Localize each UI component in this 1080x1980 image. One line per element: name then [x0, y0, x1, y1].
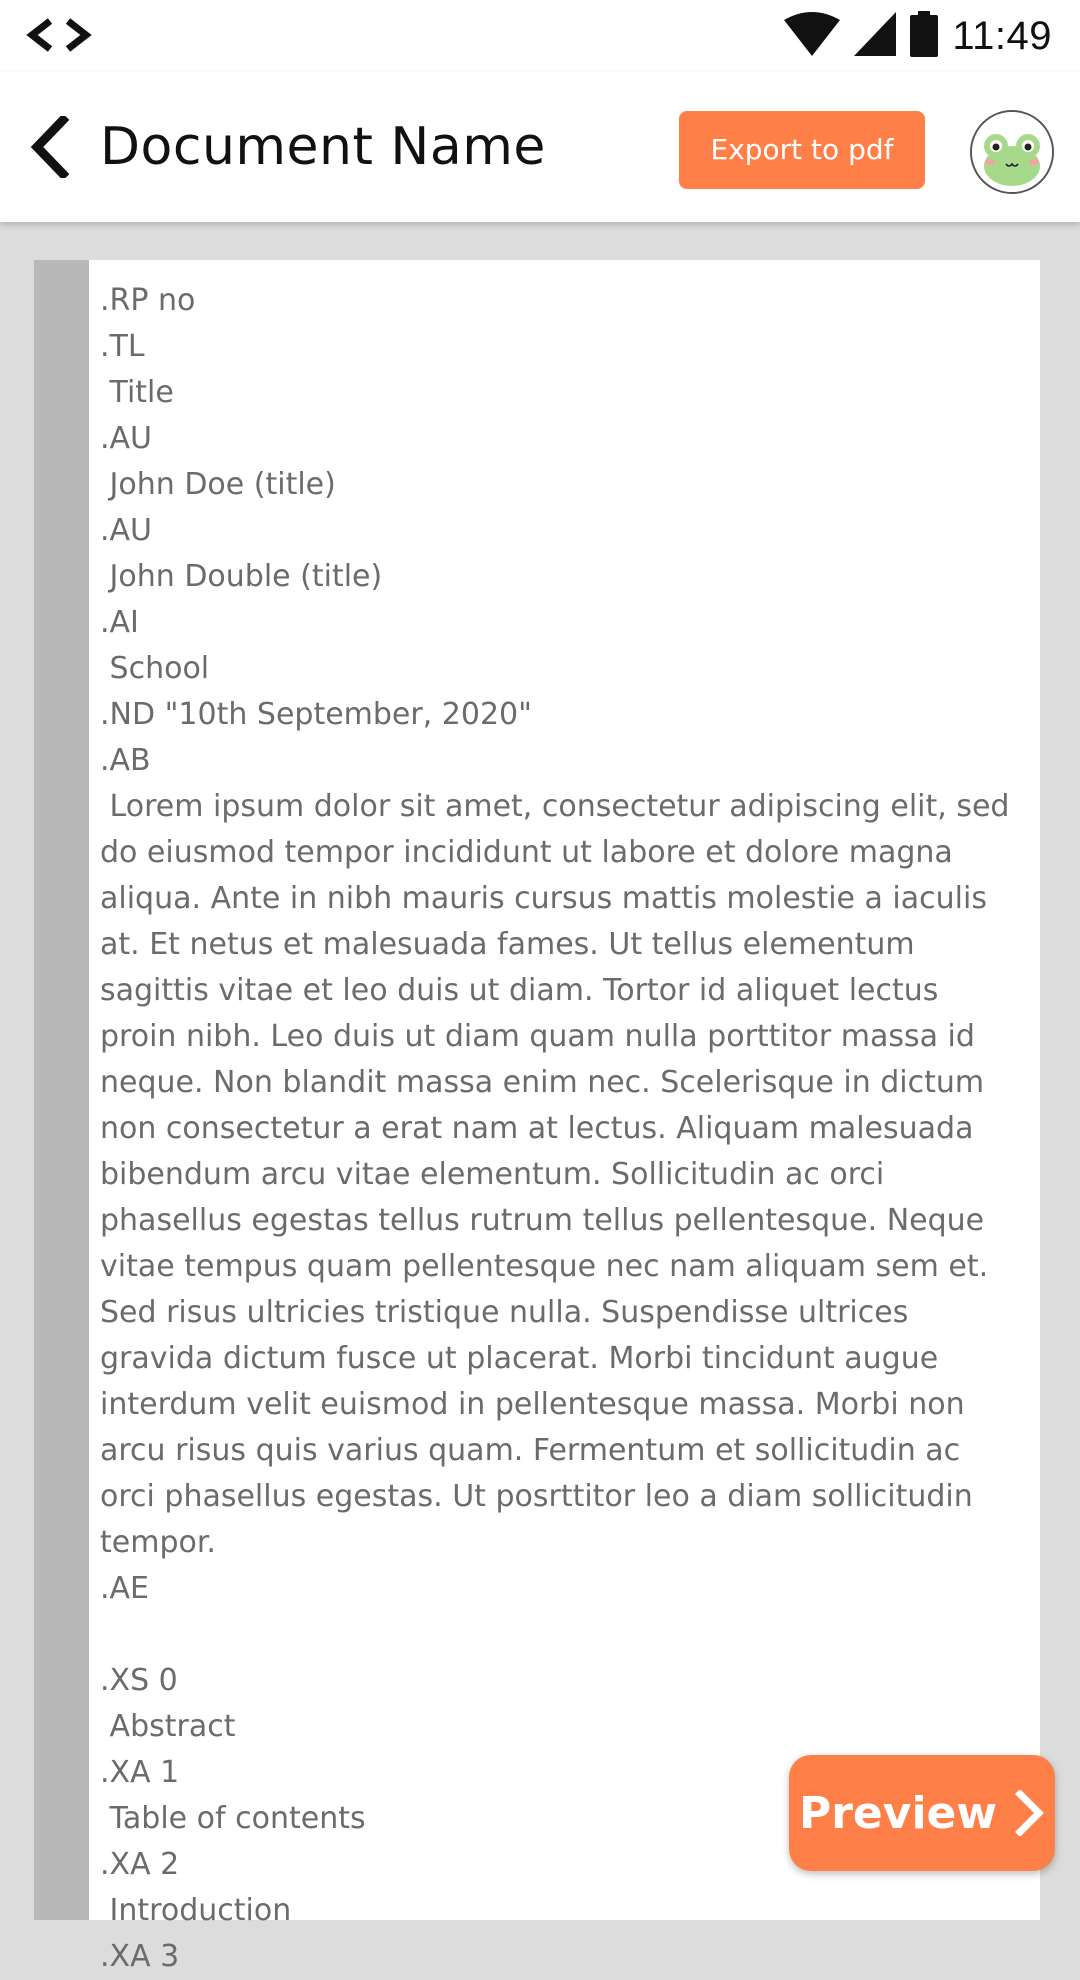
chevron-left-icon: [30, 116, 69, 178]
app-bar: Document Name Export to pdf: [0, 72, 1080, 222]
export-to-pdf-button[interactable]: Export to pdf: [679, 111, 925, 189]
status-bar: 11:49: [0, 0, 1080, 72]
back-button[interactable]: [22, 112, 76, 182]
avatar[interactable]: [970, 110, 1054, 194]
preview-label: Preview: [798, 1787, 998, 1839]
cell-signal-icon: [854, 12, 897, 60]
line-gutter: [34, 260, 89, 1920]
wifi-icon: [784, 12, 841, 60]
chevron-right-icon: [1015, 1790, 1044, 1836]
code-brackets-icon: [26, 18, 92, 52]
document-title[interactable]: Document Name: [100, 114, 546, 180]
battery-icon: [910, 11, 939, 61]
code-editor[interactable]: .RP no .TL Title .AU John Doe (title) .A…: [34, 260, 1040, 1974]
frog-avatar-icon: [972, 112, 1052, 192]
preview-button[interactable]: Preview: [789, 1755, 1055, 1871]
status-time: 11:49: [952, 13, 1052, 58]
editor-text[interactable]: .RP no .TL Title .AU John Doe (title) .A…: [100, 278, 1020, 1980]
status-indicators: 11:49: [784, 11, 1052, 61]
